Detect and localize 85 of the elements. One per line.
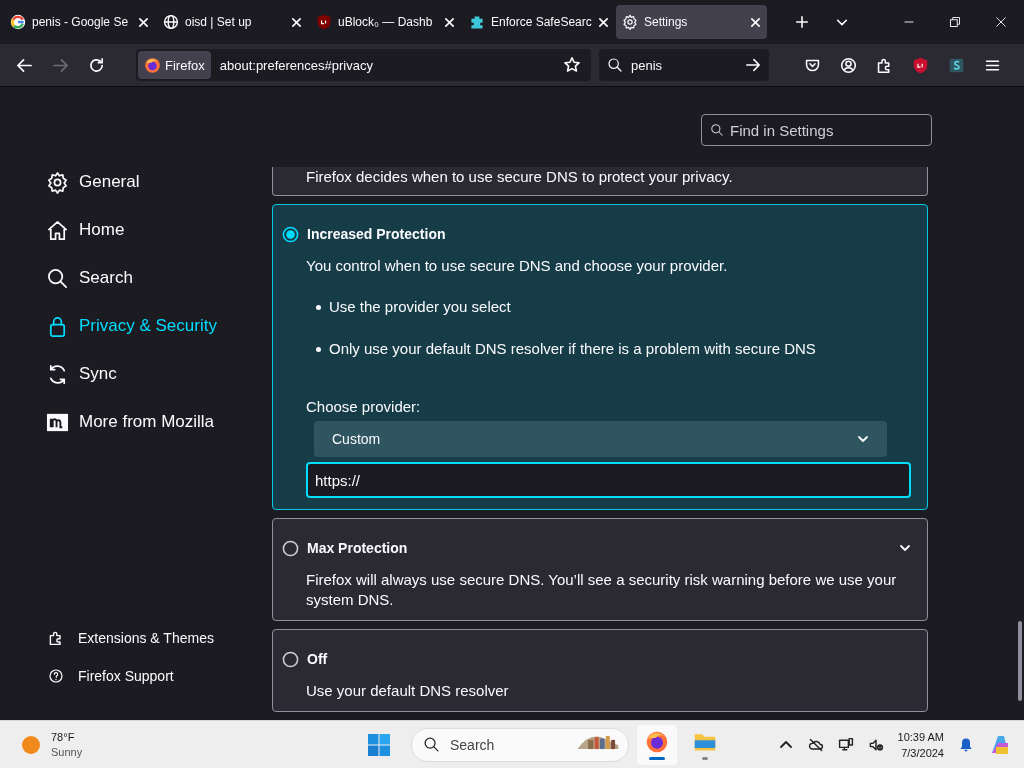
network-icon[interactable] <box>837 736 854 753</box>
browser-tab[interactable]: oisd | Set up <box>157 5 308 39</box>
provider-dropdown[interactable]: Custom <box>314 421 887 457</box>
search-icon <box>710 123 724 137</box>
identity-button[interactable]: Firefox <box>138 51 211 79</box>
chevron-down-icon <box>857 433 869 445</box>
bell-icon[interactable] <box>958 736 974 753</box>
cloud-off-icon[interactable] <box>807 736 824 753</box>
puzzle-icon <box>48 630 64 646</box>
restore-icon[interactable] <box>949 16 961 28</box>
option-description: Firefox will always use secure DNS. You’ll see a security risk warning before we use your system DNS. <box>306 570 898 610</box>
search-icon <box>423 735 440 753</box>
radio-button[interactable] <box>282 225 299 243</box>
tab-title: penis - Google Se <box>32 15 130 29</box>
shield-icon <box>316 14 332 30</box>
close-icon[interactable] <box>995 16 1007 28</box>
shield-icon[interactable] <box>912 56 929 74</box>
tab-title: Enforce SafeSearc <box>491 15 592 29</box>
account-icon[interactable] <box>840 56 857 74</box>
star-icon[interactable] <box>563 56 581 74</box>
search-icon <box>46 266 69 290</box>
sidebar-item[interactable]: General <box>46 169 250 195</box>
reload-icon[interactable] <box>88 56 105 74</box>
taskbar-app[interactable] <box>637 724 677 765</box>
browser-logo-icon <box>645 729 669 754</box>
browser-logo-icon <box>144 56 161 74</box>
chevron-down-icon[interactable] <box>899 542 911 554</box>
forward-arrow-icon[interactable] <box>52 56 69 74</box>
plus-icon[interactable] <box>795 15 809 29</box>
option-description: Firefox decides when to use secure DNS to protect your privacy. <box>306 167 734 187</box>
sidebar-item[interactable]: Home <box>46 217 250 243</box>
close-icon[interactable] <box>597 16 609 28</box>
home-icon <box>46 218 69 242</box>
sidebar-item[interactable]: Sync <box>46 361 250 387</box>
search-text: penis <box>631 57 664 73</box>
url-text: about:preferences#privacy <box>219 57 373 73</box>
close-icon[interactable] <box>444 16 455 28</box>
scrollbar-thumb[interactable] <box>1018 621 1022 701</box>
ring-icon <box>10 14 26 30</box>
radio-button[interactable] <box>282 650 299 668</box>
tab-title: uBlock₀ — Dashb <box>338 15 434 29</box>
browser-tab[interactable]: uBlock₀ — Dashb <box>310 5 461 39</box>
settings-icon <box>46 170 69 194</box>
close-icon[interactable] <box>138 16 149 28</box>
weather-condition: Sunny <box>51 744 83 760</box>
option-title: Off <box>307 651 328 667</box>
search-icon <box>607 57 623 73</box>
s-square-icon[interactable] <box>948 56 965 74</box>
option-description: Use your default DNS resolver <box>306 681 510 701</box>
bullet-icon <box>316 304 321 310</box>
sidebar-item[interactable]: Privacy & Security <box>46 313 250 339</box>
sidebar-link[interactable]: Extensions & Themes <box>48 628 250 648</box>
address-bar[interactable]: Firefox about:preferences#privacy <box>136 49 591 81</box>
option-description: You control when to use secure DNS and choose your provider. <box>306 256 729 276</box>
sidebar-item[interactable]: More from Mozilla <box>46 409 250 435</box>
tab-title: Settings <box>644 15 689 29</box>
find-field[interactable]: Find in Settings <box>701 114 932 146</box>
puzzle-icon <box>469 14 485 30</box>
clock[interactable]: 10:39 AM 7/3/2024 <box>897 728 944 761</box>
arrow-right-icon[interactable] <box>745 57 761 73</box>
field-label: Choose provider: <box>306 398 422 415</box>
option-title: Max Protection <box>307 540 408 556</box>
bullet-text: Only use your default DNS resolver if there is a problem with secure DNS <box>329 339 816 359</box>
close-icon[interactable] <box>291 16 302 28</box>
sun-icon <box>21 734 41 755</box>
close-icon[interactable] <box>750 16 761 28</box>
globe-icon <box>163 14 179 30</box>
radio-button[interactable] <box>282 539 299 557</box>
option-title: Increased Protection <box>307 226 446 242</box>
url-input-field[interactable]: https:// <box>306 462 911 498</box>
temperature: 78°F <box>51 729 76 745</box>
sidebar-item[interactable]: Search <box>46 265 250 291</box>
browser-tab[interactable]: Settings <box>616 5 767 39</box>
bullet-icon <box>316 346 321 352</box>
sidebar-link[interactable]: Firefox Support <box>48 666 250 686</box>
browser-tab[interactable]: penis - Google Se <box>4 5 155 39</box>
bullet-text: Use the provider you select <box>329 297 511 317</box>
taskbar-search-field[interactable]: Search <box>411 727 629 762</box>
puzzle-icon <box>876 56 893 74</box>
back-arrow-icon[interactable] <box>16 56 33 74</box>
settings-icon <box>622 14 638 30</box>
browser-tab[interactable]: Enforce SafeSearc <box>463 5 614 39</box>
tab-title: oisd | Set up <box>185 15 253 29</box>
help-icon <box>48 668 64 684</box>
web-search-bar[interactable]: penis <box>599 49 769 81</box>
